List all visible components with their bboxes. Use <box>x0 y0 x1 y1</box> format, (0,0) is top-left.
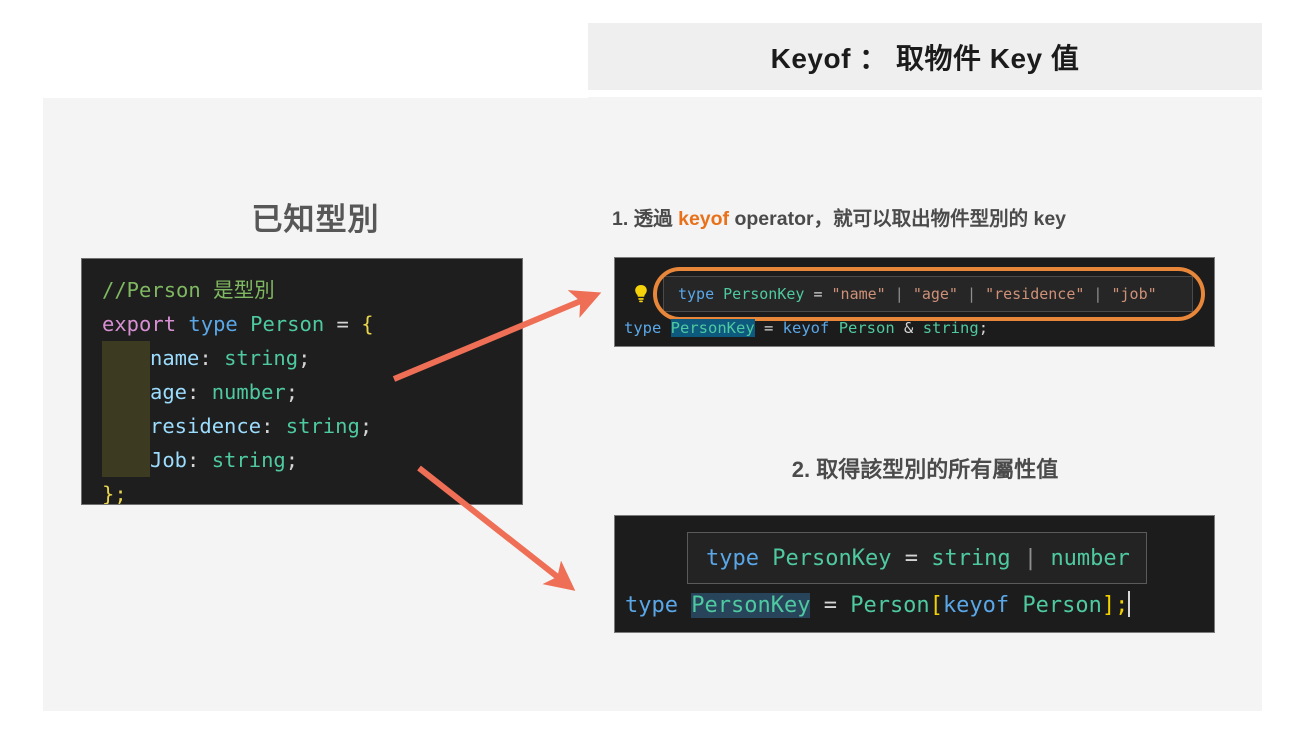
open-bracket: [ <box>929 593 943 618</box>
code-line-job: Job: string; <box>82 443 522 477</box>
person-type-code-block: //Person 是型別 export type Person = { name… <box>81 258 523 505</box>
right-panel-header: Keyof ： 取物件 Key 值 <box>588 23 1262 90</box>
left-panel: 已知型別 //Person 是型別 export type Person = {… <box>43 98 588 711</box>
literal-residence: "residence" <box>985 285 1085 303</box>
equals-op: = <box>810 593 851 618</box>
union-sep: | <box>1084 285 1112 303</box>
type-person: Person <box>850 593 930 618</box>
semicolon: ; <box>359 414 373 438</box>
semicolon: ; <box>114 482 127 505</box>
literal-name: "name" <box>831 285 886 303</box>
prop-name: name <box>150 346 200 370</box>
sp <box>176 312 188 336</box>
step1-code-block: type PersonKey = "name" | "age" | "resid… <box>614 257 1215 347</box>
prop-type: number <box>211 380 286 404</box>
colon: : <box>187 448 212 472</box>
semicolon: ; <box>285 380 299 404</box>
text-caret <box>1128 591 1131 617</box>
type-name: PersonKey <box>723 285 805 303</box>
step1-code-line: type PersonKey = keyof Person & string; <box>624 319 988 337</box>
sp <box>661 319 670 337</box>
page-title: Keyof ： 取物件 Key 值 <box>770 42 1080 74</box>
step1-tooltip: type PersonKey = "name" | "age" | "resid… <box>663 276 1193 312</box>
colon: : <box>261 414 286 438</box>
step2-code-line: type PersonKey = Person[keyof Person]; <box>625 591 1131 618</box>
equals-op: = <box>324 312 362 336</box>
code-line-name: name: string; <box>82 341 522 375</box>
intersection-op: & <box>894 319 923 337</box>
selected-identifier[interactable]: PersonKey <box>670 319 755 337</box>
code-line-residence: residence: string; <box>82 409 522 443</box>
right-panel-body: 1. 透過 keyof operator，就可以取出物件型別的 key type… <box>588 97 1262 711</box>
prop-type: string <box>285 414 360 438</box>
open-brace: { <box>361 312 374 336</box>
code-line-comment: //Person 是型別 <box>82 273 522 307</box>
kw-type: type <box>188 312 238 336</box>
kw-keyof: keyof <box>782 319 830 337</box>
type-name: PersonKey <box>772 545 892 571</box>
step1-keyword-highlight: keyof <box>678 208 730 230</box>
left-panel-title: 已知型別 <box>251 202 380 237</box>
comment-text: //Person 是型別 <box>102 278 275 302</box>
semicolon: ; <box>978 319 989 337</box>
kw-keyof: keyof <box>942 593 1010 618</box>
type-name-person: Person <box>250 312 325 336</box>
lightbulb-icon <box>635 285 647 303</box>
selected-identifier[interactable]: PersonKey <box>691 593 811 618</box>
literal-job: "job" <box>1111 285 1157 303</box>
equals-op: = <box>891 545 932 571</box>
prop-type: string <box>211 448 286 472</box>
sp <box>678 593 691 618</box>
union-sep: | <box>885 285 913 303</box>
prop-name: Job <box>150 448 188 472</box>
code-line-close: }; <box>82 477 522 505</box>
close-brace: } <box>102 482 115 505</box>
kw-type: type <box>624 319 662 337</box>
colon: : <box>187 380 212 404</box>
kw-type: type <box>678 285 715 303</box>
literal-age: "age" <box>912 285 958 303</box>
kw-type: type <box>625 593 678 618</box>
type-string: string <box>922 319 979 337</box>
sp2 <box>238 312 250 336</box>
equals-op: = <box>804 285 832 303</box>
close-bracket: ] <box>1101 593 1116 618</box>
type-number: number <box>1050 545 1130 571</box>
step1-prefix: 1. 透過 <box>612 208 679 230</box>
step1-heading: 1. 透過 keyof operator，就可以取出物件型別的 key <box>612 202 1066 231</box>
equals-op: = <box>754 319 783 337</box>
prop-type: string <box>224 346 299 370</box>
sp <box>714 285 723 303</box>
type-person: Person <box>838 319 895 337</box>
semicolon: ; <box>298 346 311 370</box>
code-line-age: age: number; <box>82 375 522 409</box>
sp <box>759 546 772 571</box>
semicolon: ; <box>285 448 299 472</box>
union-sep: | <box>957 285 986 303</box>
prop-name: age <box>150 380 188 404</box>
prop-name: residence <box>150 414 262 438</box>
step1-suffix: operator，就可以取出物件型別的 key <box>729 208 1067 230</box>
sp2 <box>829 319 838 337</box>
code-line-export: export type Person = { <box>82 307 522 341</box>
kw-type: type <box>706 545 759 571</box>
type-string: string <box>931 545 1011 571</box>
step2-tooltip: type PersonKey = string | number <box>687 532 1147 584</box>
semicolon: ; <box>1115 593 1129 618</box>
step2-heading: 2. 取得該型別的所有屬性值 <box>791 457 1059 482</box>
union-sep: | <box>1010 545 1051 571</box>
colon: : <box>199 346 225 370</box>
step2-code-block: type PersonKey = string | number type Pe… <box>614 515 1215 633</box>
type-person-2: Person <box>1009 593 1102 618</box>
kw-export: export <box>102 312 177 336</box>
